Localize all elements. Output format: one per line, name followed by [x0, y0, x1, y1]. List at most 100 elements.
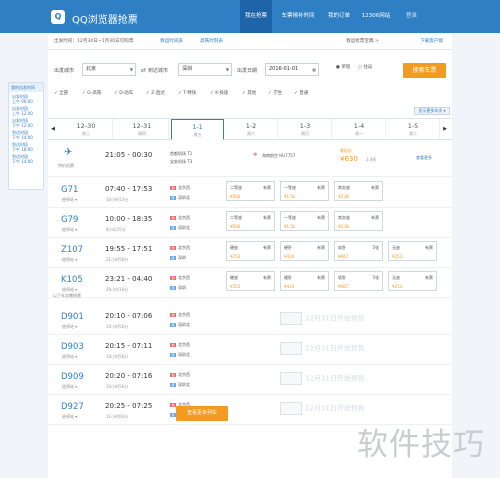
filter-normal-checkbox[interactable]: ✓ 普通: [294, 90, 308, 96]
origin-tag: 始: [170, 373, 176, 377]
time-filter-item[interactable]: 出发时段 上午 12:00: [9, 106, 43, 116]
train-type-filters: ✓ 全部 ✓ G-高铁 ✓ D-动车 ✓ Z-直达 ✓ T-特快 ✓ K-快速 …: [48, 87, 452, 99]
nav-waitlist[interactable]: 车票候补时间: [276, 0, 320, 33]
seat-availability: 有票: [425, 245, 433, 250]
logo-icon: Q: [51, 10, 65, 24]
seat-option[interactable]: 硬座 有票 ¥253: [226, 271, 275, 291]
seat-option[interactable]: 硬卧 有票 ¥434: [280, 271, 329, 291]
to-city-select[interactable]: 深圳 ▼: [178, 63, 232, 76]
date-input[interactable]: 2016-01-01 ▦: [265, 63, 319, 76]
seat-price: ¥936: [230, 224, 241, 229]
calendar-icon[interactable]: ▦: [312, 64, 316, 75]
stops-toggle[interactable]: 经停站 ▾: [62, 354, 77, 360]
train-number[interactable]: D909: [61, 372, 84, 382]
prev-date-icon[interactable]: ◀: [48, 119, 58, 140]
train-number[interactable]: K105: [61, 275, 83, 285]
seat-option[interactable]: 无座 有票 ¥253: [388, 271, 437, 291]
train-duration: 10小时56分: [106, 324, 129, 329]
seat-availability: 有票: [263, 275, 271, 280]
from-label: 出发城市: [54, 68, 75, 74]
date-strip: ◀ 12-30 周三 12-31 周四 1-1 周五 1-2 周六 1-3 周日 1-4 周…: [48, 118, 452, 140]
filter-d-checkbox[interactable]: ✓ D-动车: [114, 90, 133, 96]
date-tab[interactable]: 1-2 周六: [225, 119, 278, 140]
filter-all-checkbox[interactable]: ✓ 全部: [54, 90, 68, 96]
login-link[interactable]: 登录: [406, 0, 417, 33]
date-tab[interactable]: 1-5 周二: [387, 119, 440, 140]
stops-toggle[interactable]: 经停站 ▾: [62, 197, 77, 203]
filter-student-checkbox[interactable]: ✓ 学生: [268, 90, 282, 96]
train-times: 20:20 - 07:16: [105, 372, 153, 380]
ticket-icon: [280, 312, 302, 325]
next-date-icon[interactable]: ▶: [440, 119, 450, 140]
date-tab[interactable]: 1-4 周一: [333, 119, 386, 140]
search-tickets-button[interactable]: 搜索车票: [403, 63, 446, 78]
time-filter-item[interactable]: 到达时段 下午 18:00: [9, 142, 43, 152]
time-filter-item[interactable]: 出发时段 下午 12:00: [9, 118, 43, 128]
date-tab[interactable]: 12-30 周三: [60, 119, 113, 140]
train-times: 20:15 - 07:11: [105, 342, 153, 350]
stops-toggle[interactable]: 经停站 ▾: [62, 414, 77, 420]
nav-grab-tickets[interactable]: 我在抢票: [240, 0, 272, 33]
nav-12306[interactable]: 12306网站: [358, 0, 394, 33]
stops-toggle[interactable]: 经停站 ▾: [62, 324, 77, 330]
stops-toggle[interactable]: 经停站 ▾: [62, 227, 77, 233]
seat-option[interactable]: 二等座 有票 ¥936: [226, 211, 275, 231]
seat-price: ¥434: [284, 254, 295, 259]
nav-orders[interactable]: 我的订单: [324, 0, 354, 33]
filter-g-checkbox[interactable]: ✓ G-高铁: [82, 90, 101, 96]
train-number[interactable]: Z107: [61, 245, 83, 255]
one-way-radio[interactable]: ● 单程: [336, 64, 350, 70]
filter-t-checkbox[interactable]: ✓ T-特快: [178, 90, 196, 96]
origin-station: 始北京西: [170, 215, 190, 220]
stops-toggle[interactable]: 经停站 ▾: [62, 257, 77, 263]
seat-option[interactable]: 商务座 有票 ¥2.8k: [334, 211, 383, 231]
chevron-down-icon: ▼: [225, 67, 229, 72]
seat-option[interactable]: 无座 有票 ¥253: [388, 241, 437, 261]
seat-option[interactable]: 硬卧 有票 ¥434: [280, 241, 329, 261]
train-number[interactable]: D903: [61, 342, 84, 352]
time-filter-item[interactable]: 出发时段 上午 06:00: [9, 94, 43, 104]
seat-option[interactable]: 一等座 有票 ¥1.5k: [280, 181, 329, 201]
seat-price: ¥253: [230, 254, 241, 259]
highspeed-schedule-link[interactable]: 高铁时刻表: [200, 33, 223, 50]
spring-schedule-link[interactable]: 春运时间表: [160, 33, 183, 50]
seat-option[interactable]: 一等座 有票 ¥1.5k: [280, 211, 329, 231]
swap-icon[interactable]: ⇄: [141, 67, 146, 74]
train-number[interactable]: G79: [61, 215, 78, 225]
seat-option[interactable]: 商务座 有票 ¥2.8k: [334, 181, 383, 201]
seat-price: ¥667: [338, 254, 349, 259]
seat-price: ¥434: [284, 284, 295, 289]
round-trip-radio[interactable]: ○ 往返: [358, 64, 372, 70]
train-number[interactable]: D901: [61, 312, 84, 322]
seat-option[interactable]: 软卧 5张 ¥667: [334, 241, 383, 261]
seat-option[interactable]: 二等座 有票 ¥936: [226, 181, 275, 201]
destination-station: 终深圳北: [170, 225, 190, 230]
train-duration: 10小时13分: [106, 197, 129, 202]
time-filter-item[interactable]: 到达时段 下午 14:00: [9, 130, 43, 140]
seat-type: 无座: [392, 245, 400, 250]
from-city-select[interactable]: 北京 ▼: [82, 63, 136, 76]
train-number[interactable]: D927: [61, 402, 84, 412]
more-flights-link[interactable]: 查看更多: [416, 155, 432, 161]
train-number[interactable]: G71: [61, 185, 78, 195]
flight-time: 21:05 - 00:30: [105, 151, 153, 159]
stops-toggle[interactable]: 经停站 ▾: [62, 384, 77, 390]
more-trains-toggle[interactable]: 显示更多车次 ▾: [414, 107, 450, 115]
filter-other-checkbox[interactable]: ✓ 其他: [242, 90, 256, 96]
download-client-link[interactable]: 下载客户端: [420, 33, 443, 50]
seat-availability: 5张: [372, 245, 379, 250]
destination-tag: 终: [170, 323, 176, 327]
seat-option[interactable]: 软卧 5张 ¥667: [334, 271, 383, 291]
destination-station: 终深圳北: [170, 322, 190, 327]
date-tab[interactable]: 1-3 周日: [279, 119, 332, 140]
filter-k-checkbox[interactable]: ✓ K-快速: [210, 90, 228, 96]
more-trains-button[interactable]: 查看更多列车: [176, 406, 228, 421]
time-filter-item[interactable]: 到达时段 下午 14:00: [9, 154, 43, 164]
filter-z-checkbox[interactable]: ✓ Z-直达: [146, 90, 165, 96]
seat-option[interactable]: 硬座 有票 ¥253: [226, 241, 275, 261]
seat-price: ¥253: [392, 254, 403, 259]
date-tab[interactable]: 12-31 周四: [116, 119, 169, 140]
flight-price: ¥630: [340, 155, 358, 163]
date-tab-active[interactable]: 1-1 周五: [171, 119, 224, 140]
origin-tag: 始: [170, 343, 176, 347]
